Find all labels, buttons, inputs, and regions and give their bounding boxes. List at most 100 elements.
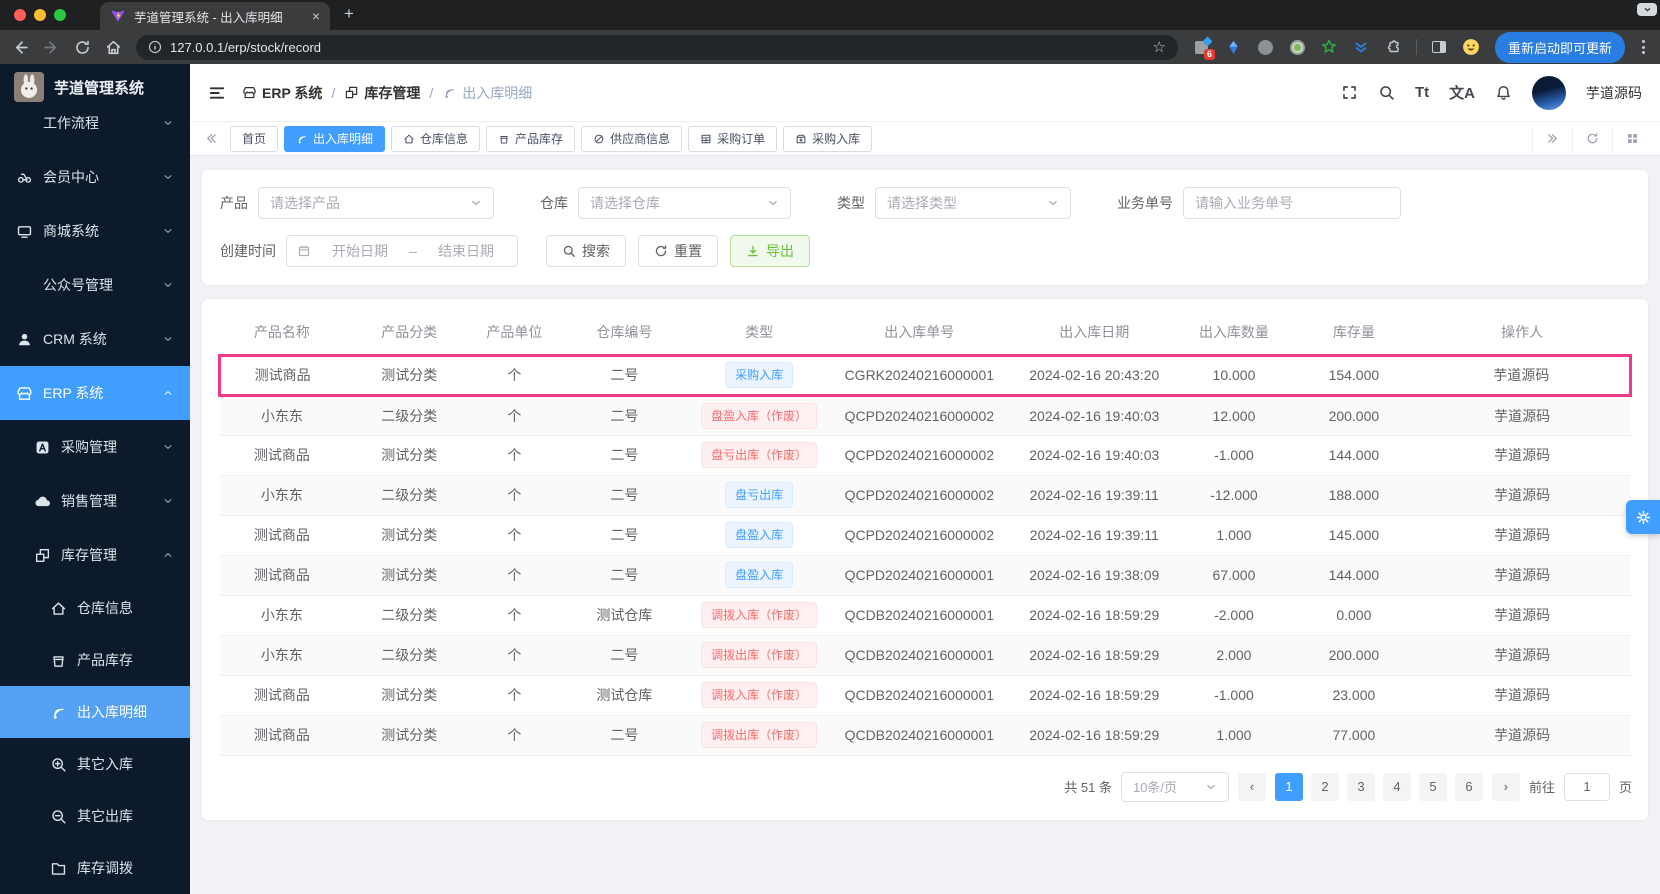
sidebar-fold-icon[interactable] — [208, 84, 226, 102]
back-icon[interactable] — [12, 39, 29, 56]
table-row[interactable]: 测试商品 测试分类个二号 采购入库 CGRK20240216000001 2024-02… — [218, 353, 1632, 397]
forward-icon[interactable] — [43, 39, 60, 56]
address-bar[interactable]: 127.0.0.1/erp/stock/record ☆ — [136, 34, 1178, 60]
url-text[interactable]: 127.0.0.1/erp/stock/record — [170, 40, 1145, 55]
sidebar-item-member-center[interactable]: 会员中心 — [0, 150, 190, 204]
extension-monkey-icon[interactable]: 6 — [1192, 36, 1215, 60]
home-icon[interactable] — [105, 39, 122, 56]
theme-settings-button[interactable] — [1626, 500, 1660, 534]
site-info-icon[interactable] — [148, 40, 162, 54]
tags-scroll-right-icon[interactable] — [1532, 125, 1572, 152]
refresh-icon — [654, 244, 668, 258]
browser-tab[interactable]: 芋道管理系统 - 出入库明细 × — [100, 2, 330, 30]
username[interactable]: 芋道源码 — [1586, 83, 1642, 103]
window-controls[interactable] — [0, 9, 82, 30]
tag-supplier-info[interactable]: 供应商信息 — [581, 125, 683, 152]
table-row[interactable]: 测试商品 测试分类个测试仓库 调拨入库（作废） QCDB20240216000001 2… — [219, 675, 1631, 716]
tag-product-stock[interactable]: 产品库存 — [486, 125, 576, 152]
new-tab-button[interactable]: + — [344, 4, 354, 30]
browser-menu-icon[interactable] — [1639, 40, 1648, 54]
tags-refresh-icon[interactable] — [1572, 125, 1612, 152]
extension-green-circle-icon[interactable] — [1288, 38, 1307, 57]
cell-date: 2024-02-16 18:59:29 — [1014, 595, 1174, 636]
table-row[interactable]: 测试商品 测试分类个二号 盘盈入库 QCPD20240216000001 2024-02… — [219, 555, 1631, 596]
goto-page-input[interactable] — [1563, 772, 1610, 801]
profile-emoji-icon[interactable] — [1462, 38, 1481, 57]
minimize-window-button[interactable] — [34, 9, 46, 21]
page-button-4[interactable]: 4 — [1382, 772, 1411, 801]
prev-page-button[interactable]: ‹ — [1237, 772, 1266, 801]
reload-icon[interactable] — [74, 39, 91, 56]
table-row[interactable]: 小东东 二级分类个二号 盘亏出库 QCPD20240216000002 2024-02-… — [219, 475, 1631, 516]
sidebar-item-sales-admin[interactable]: 销售管理 — [0, 474, 190, 528]
notification-bell-icon[interactable] — [1495, 84, 1512, 101]
sidebar-item-stock-record[interactable]: 出入库明细 — [0, 686, 190, 738]
sidebar-item-stock-admin[interactable]: 库存管理 — [0, 528, 190, 582]
page-size-select[interactable]: 10条/页 — [1120, 771, 1229, 802]
table-row[interactable]: 小东东 二级分类个二号 盘盈入库（作废） QCPD20240216000002 2024… — [219, 395, 1631, 436]
tag-warehouse-info[interactable]: 仓库信息 — [391, 125, 481, 152]
page-button-6[interactable]: 6 — [1454, 772, 1483, 801]
tag-label: 采购入库 — [812, 132, 861, 146]
table-row[interactable]: 小东东 二级分类个测试仓库 调拨入库（作废） QCDB20240216000001 20… — [219, 595, 1631, 636]
date-range-picker[interactable]: 开始日期 – 结束日期 — [286, 235, 518, 267]
warehouse-select[interactable]: 请选择仓库 — [578, 187, 791, 219]
date-label: 创建时间 — [220, 243, 276, 259]
tag-purchase-in[interactable]: 采购入库 — [783, 125, 873, 152]
extension-gray-circle-icon[interactable] — [1256, 38, 1275, 57]
table-row[interactable]: 测试商品 测试分类个二号 调拨出库（作废） QCDB20240216000001 202… — [219, 715, 1631, 756]
extension-chevrons-icon[interactable] — [1352, 38, 1371, 57]
sidebar-item-crm-system[interactable]: CRM 系统 — [0, 312, 190, 366]
chrome-corner-chevron[interactable] — [1637, 3, 1657, 16]
page-button-5[interactable]: 5 — [1418, 772, 1447, 801]
locale-icon[interactable]: 文A — [1449, 82, 1475, 103]
browser-update-button[interactable]: 重新启动即可更新 — [1494, 31, 1625, 63]
page-button-3[interactable]: 3 — [1346, 772, 1375, 801]
fullscreen-icon[interactable] — [1341, 84, 1358, 101]
breadcrumb-item[interactable]: ERP 系统 — [242, 83, 322, 103]
page-unit-label: 页 — [1618, 780, 1632, 795]
page-button-2[interactable]: 2 — [1310, 772, 1339, 801]
product-select[interactable]: 请选择产品 — [258, 187, 494, 219]
bizno-input[interactable] — [1183, 187, 1401, 219]
tag-stock-record[interactable]: 出入库明细 — [284, 125, 386, 152]
user-avatar[interactable] — [1532, 75, 1566, 110]
sidebar-item-other-in[interactable]: 其它入库 — [0, 738, 190, 790]
page-button-1[interactable]: 1 — [1274, 772, 1303, 801]
search-icon[interactable] — [1378, 84, 1395, 101]
breadcrumb-item[interactable]: 库存管理 — [344, 83, 420, 103]
font-size-icon[interactable]: Tt — [1415, 84, 1429, 101]
export-button[interactable]: 导出 — [730, 235, 810, 267]
extensions-puzzle-icon[interactable] — [1384, 38, 1403, 57]
sidebar-item-product-stock[interactable]: 产品库存 — [0, 634, 190, 686]
cell-operator: 芋道源码 — [1413, 635, 1631, 676]
tag-home[interactable]: 首页 — [230, 125, 279, 152]
extension-kite-icon[interactable] — [1224, 38, 1243, 57]
table-row[interactable]: 测试商品 测试分类个二号 盘盈入库 QCPD20240216000002 2024-02… — [219, 515, 1631, 556]
sidebar-item-stock-move[interactable]: 库存调拨 — [0, 842, 190, 894]
close-window-button[interactable] — [14, 9, 26, 21]
app-logo[interactable]: 芋道管理系统 — [0, 64, 190, 110]
table-row[interactable]: 小东东 二级分类个二号 调拨出库（作废） QCDB20240216000001 2024… — [219, 635, 1631, 676]
sidebar-item-mp-admin[interactable]: 公众号管理 — [0, 258, 190, 312]
tags-layout-grid-icon[interactable] — [1612, 125, 1652, 152]
sidebar-item-other-out[interactable]: 其它出库 — [0, 790, 190, 842]
maximize-window-button[interactable] — [54, 9, 66, 21]
tag-purchase-order[interactable]: 采购订单 — [688, 125, 778, 152]
next-page-button[interactable]: › — [1491, 772, 1520, 801]
tags-scroll-left-icon[interactable] — [198, 126, 224, 152]
sidebar-item-mall-system[interactable]: 商城系统 — [0, 204, 190, 258]
sidebar-item-warehouse-info[interactable]: 仓库信息 — [0, 582, 190, 634]
tab-close-icon[interactable]: × — [312, 9, 320, 23]
search-button[interactable]: 搜索 — [546, 235, 626, 267]
cell-warehouse: 二号 — [554, 475, 695, 516]
sidebar-item-erp-system[interactable]: ERP 系统 — [0, 366, 190, 420]
cell-type: 盘亏出库 — [694, 475, 825, 516]
bookmark-star-icon[interactable]: ☆ — [1153, 38, 1166, 56]
type-select[interactable]: 请选择类型 — [875, 187, 1071, 219]
sidebar-item-purchase-admin[interactable]: 采购管理 — [0, 420, 190, 474]
side-panel-icon[interactable] — [1430, 38, 1449, 57]
reset-button[interactable]: 重置 — [638, 235, 718, 267]
extension-star-icon[interactable] — [1320, 38, 1339, 57]
table-row[interactable]: 测试商品 测试分类个二号 盘亏出库（作废） QCPD20240216000002 202… — [219, 435, 1631, 476]
